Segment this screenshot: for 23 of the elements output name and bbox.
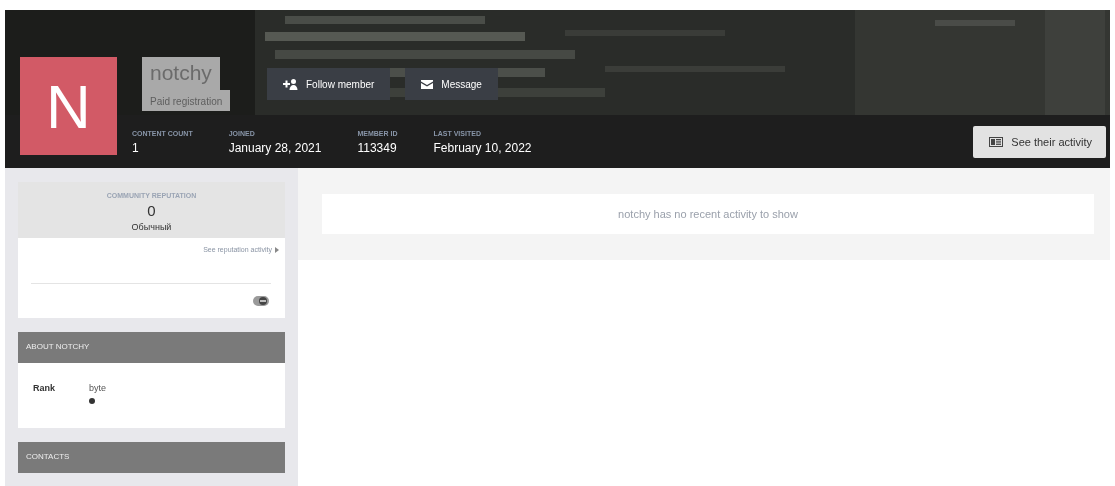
field-value: byte: [89, 383, 106, 393]
section-header: CONTACTS: [18, 442, 285, 473]
stat-value: 113349: [357, 141, 398, 155]
rank-dot-icon: [89, 398, 95, 404]
follow-button[interactable]: Follow member: [267, 68, 391, 100]
empty-activity-message: notchy has no recent activity to show: [322, 194, 1094, 234]
field-label: Rank: [33, 383, 56, 395]
reputation-level: Обычный: [131, 222, 172, 232]
envelope-icon: [421, 79, 434, 89]
section-header: ABOUT NOTCHY: [18, 332, 285, 363]
caret-icon: [275, 246, 279, 253]
member-group: Paid registration: [142, 90, 231, 111]
see-activity-button[interactable]: See their activity: [973, 125, 1106, 158]
reputation-badge-icon: [253, 296, 269, 306]
reputation-value: 0: [147, 202, 156, 219]
newspaper-icon: [989, 136, 1004, 147]
message-button[interactable]: Message: [405, 68, 498, 100]
stat-value: 1: [132, 141, 140, 155]
add-user-icon: [283, 78, 298, 90]
avatar: N: [20, 57, 117, 155]
stat-value: February 10, 2022: [433, 141, 532, 155]
member-name: notchy: [142, 57, 220, 90]
stat-value: January 28, 2021: [228, 141, 322, 155]
